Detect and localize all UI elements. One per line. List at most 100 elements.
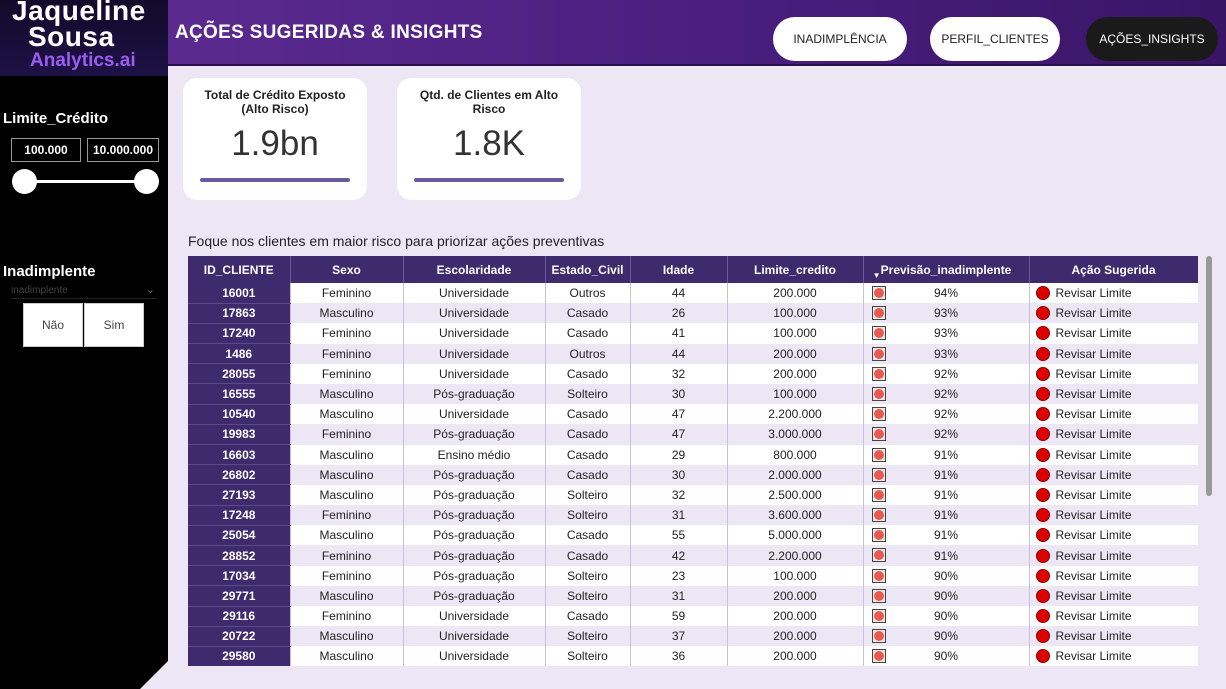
cell-value: 90% <box>933 588 959 603</box>
column-header-label: Escolaridade <box>436 262 512 277</box>
table-row[interactable]: 19983 Feminino Pós-graduação Casado 47 3.000.… <box>188 424 1198 446</box>
red-circle-square-icon <box>871 588 886 603</box>
column-header[interactable]: Sexo <box>290 256 404 283</box>
table-row[interactable]: 29116 Feminino Universidade Casado 59 200.000… <box>188 606 1198 627</box>
kpi-credito-label: Total de Crédito Exposto (Alto Risco) <box>204 88 346 116</box>
table-row[interactable]: 20722 Masculino Universidade Solteiro 37 200.… <box>188 626 1198 647</box>
table-row[interactable]: 16555 Masculino Pós-graduação Solteiro 30 100… <box>188 383 1198 405</box>
cell-value: 28055 <box>222 366 256 381</box>
slider-handle-max[interactable] <box>134 169 159 194</box>
table-cell: 41 <box>630 323 728 344</box>
cell-value: Casado <box>566 548 609 563</box>
table-cell: 26802 <box>188 464 291 486</box>
cell-value: Revisar Limite <box>1055 286 1132 301</box>
table-cell: Feminino <box>290 606 404 627</box>
table-cell: Universidade <box>403 323 546 344</box>
red-dot-icon <box>873 631 884 642</box>
cell-value: Casado <box>566 467 609 482</box>
column-header[interactable]: Idade <box>630 256 728 283</box>
cell-value: 29 <box>671 447 686 462</box>
table-cell: Masculino <box>290 646 404 666</box>
table-cell: 29 <box>630 444 728 465</box>
column-header[interactable]: ▼ Previsão_inadimplente <box>863 256 1030 283</box>
red-circle-square-icon <box>871 447 886 462</box>
table-row[interactable]: 16603 Masculino Ensino médio Casado 29 800.00… <box>188 444 1198 466</box>
red-dot-icon <box>1035 427 1050 442</box>
table-cell: 20722 <box>188 626 291 647</box>
option-nao-button[interactable]: Não <box>23 303 83 347</box>
table-cell: Outros <box>545 283 631 304</box>
cell-value: 32 <box>671 487 686 502</box>
red-dot-icon <box>1035 528 1050 543</box>
table-cell: Revisar Limite <box>1029 565 1198 586</box>
table-cell: 200.000 <box>727 606 864 627</box>
red-dot-icon <box>873 590 884 601</box>
table-cell: Pós-graduação <box>403 484 546 506</box>
table-row[interactable]: 10540 Masculino Universidade Casado 47 2.200.… <box>188 404 1198 425</box>
cell-value: 93% <box>933 346 959 361</box>
table-row[interactable]: 17034 Feminino Pós-graduação Solteiro 23 100.… <box>188 565 1198 587</box>
cell-value: 90% <box>933 609 959 624</box>
column-header[interactable]: ID_CLIENTE <box>188 256 291 283</box>
table-row[interactable]: 26802 Masculino Pós-graduação Casado 30 2.000… <box>188 464 1198 486</box>
nav-inadimplencia-button[interactable]: INADIMPLÊNCIA <box>773 17 907 61</box>
table-row[interactable]: 17240 Feminino Universidade Casado 41 100.000… <box>188 323 1198 345</box>
table-cell: Revisar Limite <box>1029 283 1198 304</box>
cell-value: Revisar Limite <box>1055 568 1132 583</box>
table-cell: 2.000.000 <box>727 464 864 485</box>
range-max-input[interactable]: 10.000.000 <box>87 138 159 162</box>
cell-value: 42 <box>671 548 686 563</box>
table-row[interactable]: 28852 Feminino Pós-graduação Casado 42 2.200.… <box>188 545 1198 567</box>
cell-value: Revisar Limite <box>1055 366 1132 381</box>
cell-value: 200.000 <box>773 588 817 603</box>
table-cell: 26 <box>630 303 728 324</box>
cell-value: Universidade <box>438 366 510 381</box>
table-row[interactable]: 25054 Masculino Pós-graduação Casado 55 5.000… <box>188 525 1198 546</box>
range-min-input[interactable]: 100.000 <box>11 138 81 162</box>
cell-value: Masculino <box>319 487 374 502</box>
red-circle-square-icon <box>871 326 886 341</box>
table-row[interactable]: 16001 Feminino Universidade Outros 44 200.000… <box>188 283 1198 304</box>
table-cell: Feminino <box>290 363 404 384</box>
cell-value: 92% <box>933 407 959 422</box>
column-header[interactable]: Ação Sugerida <box>1029 256 1198 283</box>
table-row[interactable]: 28055 Feminino Universidade Casado 32 200.000… <box>188 363 1198 385</box>
table-cell: 200.000 <box>727 363 864 384</box>
cell-value: 200.000 <box>773 366 817 381</box>
cell-value: Outros <box>569 286 606 301</box>
cell-value: 2.200.000 <box>768 548 822 563</box>
cell-value: 91% <box>933 548 959 563</box>
cell-value: Feminino <box>321 326 372 341</box>
red-circle-square-icon <box>871 609 886 623</box>
table-row[interactable]: 1486 Feminino Universidade Outros 44 200.000 9… <box>188 343 1198 365</box>
cell-value: 100.000 <box>773 326 817 341</box>
column-header[interactable]: Limite_credito <box>727 256 864 283</box>
red-circle-square-icon <box>871 286 886 300</box>
option-sim-button[interactable]: Sim <box>84 303 144 347</box>
table-row[interactable]: 17863 Masculino Universidade Casado 26 100.00… <box>188 303 1198 324</box>
column-header[interactable]: Escolaridade <box>403 256 546 283</box>
range-slider-track[interactable] <box>25 180 147 183</box>
table-cell: Masculino <box>290 383 404 405</box>
column-header-label: Previsão_inadimplente <box>880 262 1012 277</box>
column-header[interactable]: Estado_Civil <box>545 256 631 283</box>
cell-value: 26802 <box>222 467 256 482</box>
table-cell: 90% <box>863 585 1030 606</box>
inadimplente-dropdown[interactable]: inadimplente ⌄ <box>11 284 157 299</box>
table-scrollbar-thumb[interactable] <box>1206 256 1212 496</box>
cell-value: 2.000.000 <box>768 467 822 482</box>
red-dot-icon <box>1035 467 1050 482</box>
table-row[interactable]: 29580 Masculino Universidade Solteiro 36 200.… <box>188 646 1198 666</box>
nav-acoes-insights-button[interactable]: AÇÕES_INSIGHTS <box>1086 17 1218 61</box>
table-row[interactable]: 27193 Masculino Pós-graduação Solteiro 32 2.5… <box>188 484 1198 506</box>
table-cell: Solteiro <box>545 505 631 526</box>
table-cell: 100.000 <box>727 323 864 344</box>
slider-handle-min[interactable] <box>12 169 37 194</box>
table-row[interactable]: 29771 Masculino Pós-graduação Solteiro 31 200… <box>188 585 1198 607</box>
nav-perfil-clientes-button[interactable]: PERFIL_CLIENTES <box>930 17 1060 61</box>
table-row[interactable]: 17248 Feminino Pós-graduação Solteiro 31 3.60… <box>188 505 1198 526</box>
kpi-underline <box>200 178 350 182</box>
cell-value: 800.000 <box>773 447 817 462</box>
cell-value: 31 <box>671 508 686 523</box>
clientes-table-container[interactable]: ID_CLIENTE Sexo Escolaridade Estado_Civil Id… <box>188 256 1198 666</box>
